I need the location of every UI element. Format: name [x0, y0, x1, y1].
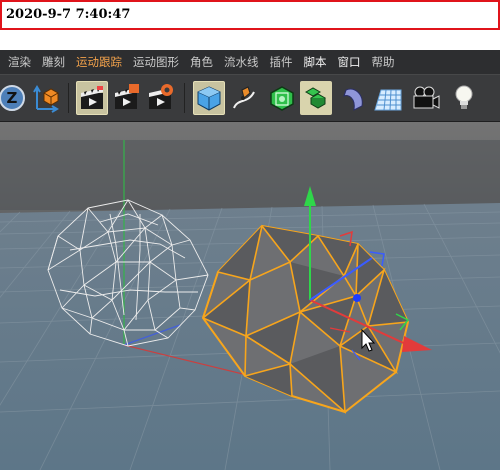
coordinate-axis-icon[interactable]	[30, 81, 62, 115]
render-to-picture-viewer-icon[interactable]	[110, 81, 142, 115]
menu-plugins[interactable]: 插件	[266, 54, 300, 70]
svg-text:Z: Z	[7, 89, 18, 107]
timestamp-banner: 2020-9-7 7:40:47	[0, 0, 500, 30]
render-settings-icon[interactable]	[144, 81, 176, 115]
menu-motion-tracking[interactable]: 运动跟踪	[72, 54, 129, 70]
light-icon[interactable]	[448, 81, 480, 115]
timestamp-text: 2020-9-7 7:40:47	[6, 7, 131, 22]
menu-window[interactable]: 窗口	[334, 54, 368, 70]
menu-bar: 渲染 雕刻 运动跟踪 运动图形 角色 流水线 插件 脚本 窗口 帮助	[0, 50, 500, 74]
main-toolbar: Z	[0, 74, 500, 122]
menu-script[interactable]: 脚本	[300, 54, 334, 70]
menu-pipeline[interactable]: 流水线	[220, 54, 266, 70]
menu-sculpt[interactable]: 雕刻	[38, 54, 72, 70]
menu-help[interactable]: 帮助	[368, 54, 402, 70]
floor-grid-icon[interactable]	[372, 81, 404, 115]
cube-icon[interactable]	[193, 81, 225, 115]
pen-icon[interactable]	[228, 81, 260, 115]
menu-mograph[interactable]: 运动图形	[129, 54, 186, 70]
menu-character[interactable]: 角色	[186, 54, 220, 70]
deformer-icon[interactable]	[338, 81, 370, 115]
3d-viewport[interactable]	[0, 122, 500, 470]
array-icon[interactable]	[300, 81, 332, 115]
menu-render[interactable]: 渲染	[4, 54, 38, 70]
pivot-point	[353, 294, 361, 302]
viewport-scene	[0, 122, 500, 470]
undo-z-icon[interactable]: Z	[0, 81, 28, 115]
render-view-icon[interactable]	[76, 81, 108, 115]
subdivision-icon[interactable]	[266, 81, 298, 115]
camera-icon[interactable]	[410, 81, 442, 115]
